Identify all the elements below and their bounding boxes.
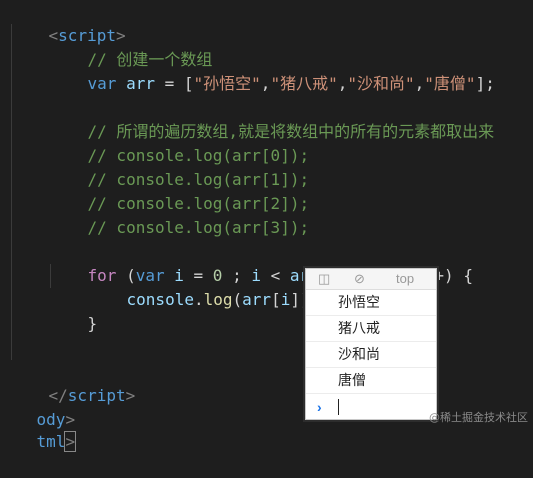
browser-console[interactable]: ◫ ⊘ top 孙悟空 猪八戒 沙和尚 唐僧 ›: [305, 268, 437, 420]
string-literal: "沙和尚": [347, 74, 415, 93]
code-line: for (var i = 0 ; i < arr.length ; i++) {: [49, 240, 473, 285]
code-line: <script>: [48, 26, 126, 45]
string-literal: "唐僧": [424, 74, 476, 93]
context-selector[interactable]: top: [396, 271, 414, 286]
console-output-row: 孙悟空: [306, 290, 436, 316]
variable-i: i: [280, 290, 291, 309]
code-line: </script>: [48, 386, 136, 405]
code-line: // console.log(arr[3]);: [49, 192, 310, 237]
sidebar-toggle-icon[interactable]: ◫: [318, 271, 330, 287]
watermark: @稀土掘金技术社区: [429, 411, 528, 424]
function-log: log: [203, 290, 233, 309]
matched-bracket: >: [64, 431, 77, 452]
dot: .: [193, 290, 204, 309]
console-output-row: 唐僧: [306, 368, 436, 394]
code-line: console.log(arr[i]);: [88, 264, 320, 309]
string-literal: "孙悟空": [193, 74, 261, 93]
console-toolbar: ◫ ⊘ top: [306, 269, 436, 290]
text-cursor: [338, 399, 339, 415]
code-line: tml>: [0, 406, 77, 452]
code-line: // console.log(arr[0]);: [49, 120, 310, 165]
indent-guide: [11, 24, 12, 360]
code-line: // console.log(arr[2]);: [49, 168, 310, 213]
console-input[interactable]: ›: [306, 394, 436, 419]
console-output-row: 沙和尚: [306, 342, 436, 368]
clear-console-icon[interactable]: ⊘: [354, 271, 365, 287]
code-line: // 创建一个数组: [49, 24, 213, 69]
code-line: // console.log(arr[1]);: [49, 144, 310, 189]
comma: ,: [414, 74, 425, 93]
code-line: }: [49, 288, 98, 333]
comment-log: // console.log(arr[3]);: [87, 218, 310, 237]
comma: ,: [337, 74, 348, 93]
code-editor[interactable]: <script> // 创建一个数组 var arr = ["孙悟空","猪八戒…: [0, 0, 533, 452]
keyword-var: var: [87, 74, 117, 93]
object-console: console: [126, 290, 194, 309]
prompt-chevron-icon: ›: [317, 399, 322, 415]
paren: (: [232, 290, 243, 309]
code-line: ody>: [36, 410, 76, 429]
string-literal: "猪八戒": [270, 74, 338, 93]
bracket: [: [271, 290, 281, 309]
code-line: // 所谓的遍历数组,就是将数组中的所有的元素都取出来: [49, 96, 495, 141]
variable-arr: arr: [242, 290, 272, 309]
code-line: var arr = ["孙悟空","猪八戒","沙和尚","唐僧"];: [49, 48, 495, 93]
variable-arr: arr: [126, 74, 155, 93]
brace-close: }: [87, 314, 98, 333]
operator: = [: [154, 74, 194, 93]
html-close-tag: tml: [36, 432, 66, 451]
console-output-row: 猪八戒: [306, 316, 436, 342]
comma: ,: [260, 74, 271, 93]
array-end: ];: [475, 74, 495, 93]
script-close-tag: script: [67, 386, 126, 405]
